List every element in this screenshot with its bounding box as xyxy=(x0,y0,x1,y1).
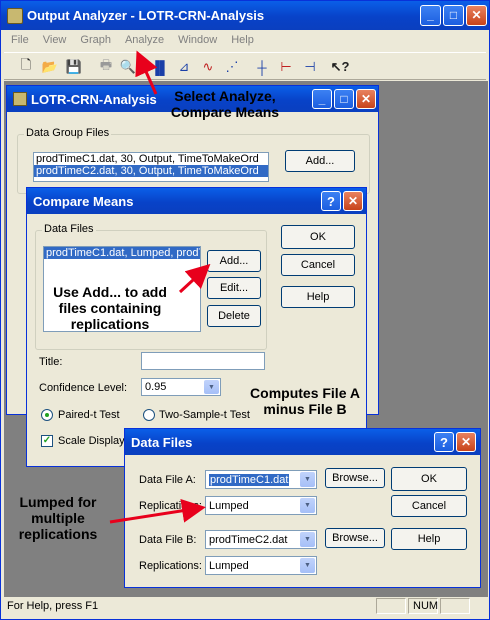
data-file-a-label: Data File A: xyxy=(139,474,196,486)
minimize-icon[interactable]: _ xyxy=(420,5,441,26)
analysis-close-icon[interactable]: ✕ xyxy=(356,89,376,109)
app-icon xyxy=(7,7,23,24)
one-way-anova-icon[interactable]: ⊣ xyxy=(300,57,320,77)
scale-display-label: Scale Display xyxy=(58,435,125,447)
compare-means-close-icon[interactable]: ✕ xyxy=(343,191,363,211)
lag-plot-icon[interactable]: ⋰ xyxy=(222,57,242,77)
title-input[interactable] xyxy=(141,352,265,370)
replications-a-label: Replications: xyxy=(139,500,202,512)
context-help-icon[interactable]: ↖? xyxy=(330,57,350,77)
menu-graph[interactable]: Graph xyxy=(73,34,118,46)
data-files-close-icon[interactable]: ✕ xyxy=(456,432,476,452)
data-file-b-value: prodTimeC2.dat xyxy=(209,533,288,546)
list-item[interactable]: prodTimeC1.dat, 30, Output, TimeToMakeOr… xyxy=(34,153,268,165)
analysis-minimize-icon[interactable]: _ xyxy=(312,89,332,109)
compare-help-button[interactable]: Help xyxy=(281,286,355,308)
browse-b-button[interactable]: Browse... xyxy=(325,528,385,548)
print-preview-icon[interactable]: 🔍 xyxy=(118,57,138,77)
data-file-b-label: Data File B: xyxy=(139,534,197,546)
print-icon[interactable]: 🖶 xyxy=(96,57,116,77)
analysis-title: LOTR-CRN-Analysis xyxy=(31,91,157,107)
data-file-b-select[interactable]: prodTimeC2.dat ▼ xyxy=(205,530,317,549)
status-cell-num: NUM xyxy=(408,598,438,614)
chevron-down-icon[interactable]: ▼ xyxy=(300,498,315,513)
open-icon[interactable]: 📂 xyxy=(40,57,60,77)
data-files-help-icon[interactable]: ? xyxy=(434,432,454,452)
compare-cancel-button[interactable]: Cancel xyxy=(281,254,355,276)
annotation-computes: Computes File A minus File B xyxy=(250,385,360,417)
chevron-down-icon[interactable]: ▼ xyxy=(300,558,315,573)
replications-a-value: Lumped xyxy=(209,499,249,512)
replications-b-label: Replications: xyxy=(139,560,202,572)
analysis-add-button[interactable]: Add... xyxy=(285,150,355,172)
annotation-lumped: Lumped for multiple replications xyxy=(18,494,98,542)
compare-means-titlebar[interactable]: Compare Means ? ✕ xyxy=(27,188,366,214)
list-item[interactable]: prodTimeC2.dat, 30, Output, TimeToMakeOr… xyxy=(34,165,268,177)
menu-window[interactable]: Window xyxy=(171,34,224,46)
menu-bar: File View Graph Analyze Window Help xyxy=(4,30,486,50)
two-sample-t-radio[interactable] xyxy=(143,409,155,421)
moving-average-icon[interactable]: ∿ xyxy=(198,57,218,77)
two-sample-t-label: Two-Sample-t Test xyxy=(159,409,250,421)
replications-a-select[interactable]: Lumped ▼ xyxy=(205,496,317,515)
data-group-list[interactable]: prodTimeC1.dat, 30, Output, TimeToMakeOr… xyxy=(33,152,269,182)
paired-t-label: Paired-t Test xyxy=(58,409,120,421)
confidence-level-value: 0.95 xyxy=(145,381,167,393)
data-group-files-label: Data Group Files xyxy=(24,127,112,139)
compare-edit-button[interactable]: Edit... xyxy=(207,277,261,299)
status-cell-scroll xyxy=(440,598,470,614)
data-files-help-button[interactable]: Help xyxy=(391,528,467,550)
chevron-down-icon[interactable]: ▼ xyxy=(204,380,219,394)
main-titlebar[interactable]: Output Analyzer - LOTR-CRN-Analysis _ □ … xyxy=(1,1,489,30)
analysis-app-icon xyxy=(13,92,27,106)
menu-view[interactable]: View xyxy=(36,34,74,46)
close-icon[interactable]: ✕ xyxy=(466,5,487,26)
status-text: For Help, press F1 xyxy=(7,600,99,612)
menu-analyze[interactable]: Analyze xyxy=(118,34,171,46)
confidence-interval-icon[interactable]: ┼ xyxy=(252,57,272,77)
data-files-dialog: Data Files ? ✕ Data File A: prodTimeC1.d… xyxy=(124,428,481,588)
list-item[interactable]: prodTimeC1.dat, Lumped, prodTi xyxy=(44,247,200,259)
annotation-select-analyze: Select Analyze, Compare Means xyxy=(170,88,280,120)
compare-add-button[interactable]: Add... xyxy=(207,250,261,272)
plot-icon[interactable]: ⊿ xyxy=(174,57,194,77)
analysis-maximize-icon[interactable]: □ xyxy=(334,89,354,109)
save-icon[interactable]: 💾 xyxy=(64,57,84,77)
data-file-a-select[interactable]: prodTimeC1.dat ▼ xyxy=(205,470,317,489)
data-files-cancel-button[interactable]: Cancel xyxy=(391,495,467,517)
chevron-down-icon[interactable]: ▼ xyxy=(300,532,315,547)
scale-display-checkbox[interactable]: ✓ xyxy=(41,435,53,447)
compare-means-icon[interactable]: ⊢ xyxy=(276,57,296,77)
help-icon[interactable]: ? xyxy=(321,191,341,211)
data-file-a-value: prodTimeC1.dat xyxy=(209,473,290,486)
title-label: Title: xyxy=(39,356,63,368)
paired-t-radio[interactable] xyxy=(41,409,53,421)
browse-a-button[interactable]: Browse... xyxy=(325,468,385,488)
status-bar: For Help, press F1 NUM xyxy=(4,596,486,616)
data-files-ok-button[interactable]: OK xyxy=(391,467,467,491)
replications-b-value: Lumped xyxy=(209,559,249,572)
new-icon[interactable]: 🗋 xyxy=(16,57,36,77)
histogram-icon[interactable]: ▐▌ xyxy=(150,57,170,77)
compare-ok-button[interactable]: OK xyxy=(281,225,355,249)
menu-help[interactable]: Help xyxy=(224,34,261,46)
confidence-level-label: Confidence Level: xyxy=(39,382,128,394)
chevron-down-icon[interactable]: ▼ xyxy=(300,472,315,487)
menu-file[interactable]: File xyxy=(4,34,36,46)
data-files-titlebar[interactable]: Data Files ? ✕ xyxy=(125,429,480,455)
annotation-use-add: Use Add... to add files containing repli… xyxy=(53,284,167,332)
compare-delete-button[interactable]: Delete xyxy=(207,305,261,327)
compare-means-title: Compare Means xyxy=(33,193,134,209)
confidence-level-select[interactable]: 0.95 ▼ xyxy=(141,378,221,396)
maximize-icon[interactable]: □ xyxy=(443,5,464,26)
data-files-title: Data Files xyxy=(131,434,193,450)
data-files-label: Data Files xyxy=(42,223,96,235)
status-cell-caps xyxy=(376,598,406,614)
replications-b-select[interactable]: Lumped ▼ xyxy=(205,556,317,575)
main-title: Output Analyzer - LOTR-CRN-Analysis xyxy=(27,8,265,23)
toolbar: 🗋 📂 💾 🖶 🔍 ▐▌ ⊿ ∿ ⋰ ┼ ⊢ ⊣ ↖? xyxy=(4,52,486,80)
